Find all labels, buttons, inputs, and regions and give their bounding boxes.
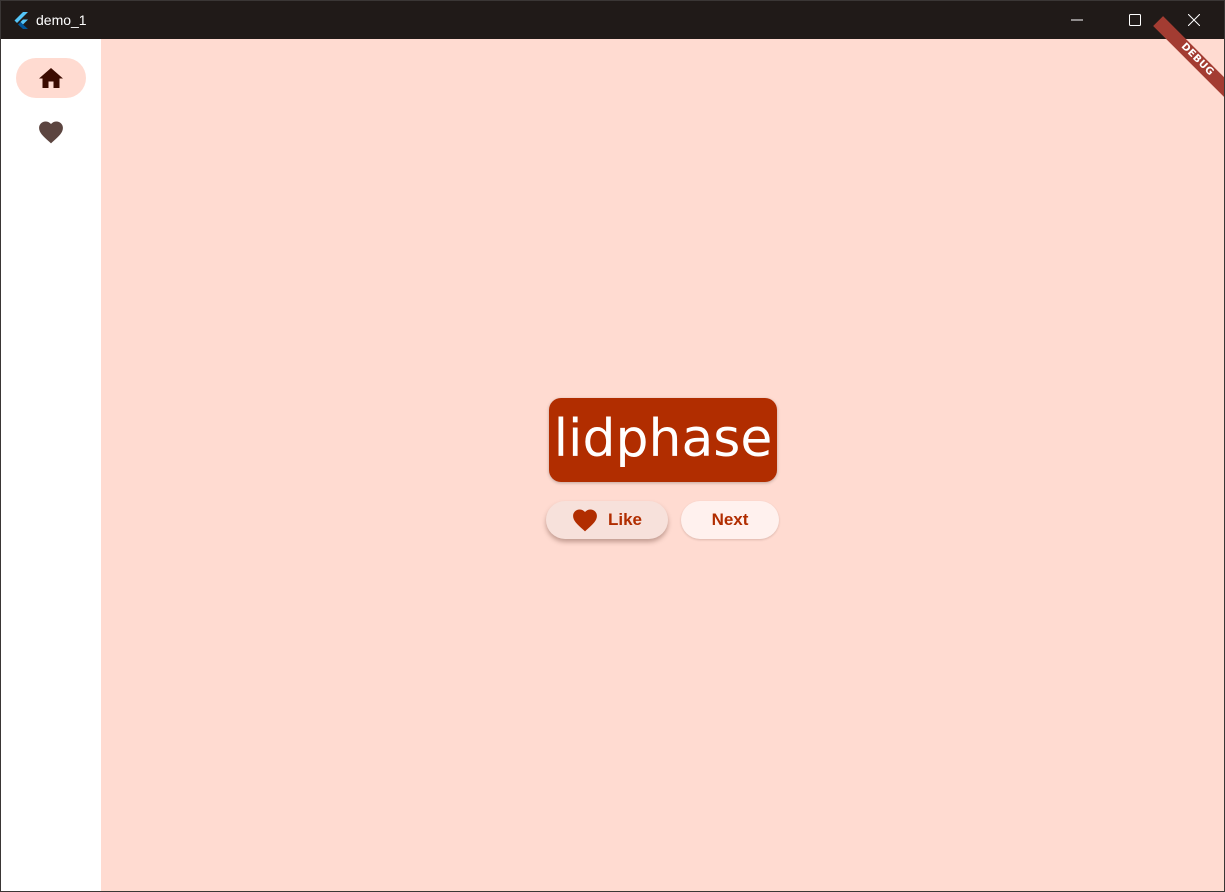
- window-title: demo_1: [36, 12, 87, 28]
- heart-icon: [39, 121, 63, 144]
- app-window: demo_1 DEBUG lidphase Like Next: [0, 0, 1225, 892]
- minimize-button[interactable]: [1048, 1, 1106, 39]
- navigation-rail: [1, 39, 101, 891]
- heart-icon: [573, 509, 597, 532]
- rail-item-home[interactable]: [16, 58, 86, 98]
- next-button[interactable]: Next: [681, 501, 779, 539]
- maximize-icon: [1129, 14, 1141, 26]
- word-text: lidphase: [553, 409, 773, 469]
- flutter-logo-icon: [14, 12, 28, 29]
- maximize-button[interactable]: [1106, 1, 1164, 39]
- minimize-icon: [1071, 19, 1083, 21]
- close-icon: [1188, 14, 1200, 26]
- next-button-label: Next: [711, 510, 749, 529]
- like-button-label: Like: [607, 510, 643, 529]
- title-bar[interactable]: demo_1: [1, 1, 1224, 39]
- word-card: lidphase: [549, 398, 777, 482]
- main-content: DEBUG lidphase Like Next: [101, 16, 1224, 891]
- rail-item-favorites[interactable]: [16, 112, 86, 152]
- home-icon: [39, 68, 63, 88]
- like-button[interactable]: Like: [546, 501, 668, 539]
